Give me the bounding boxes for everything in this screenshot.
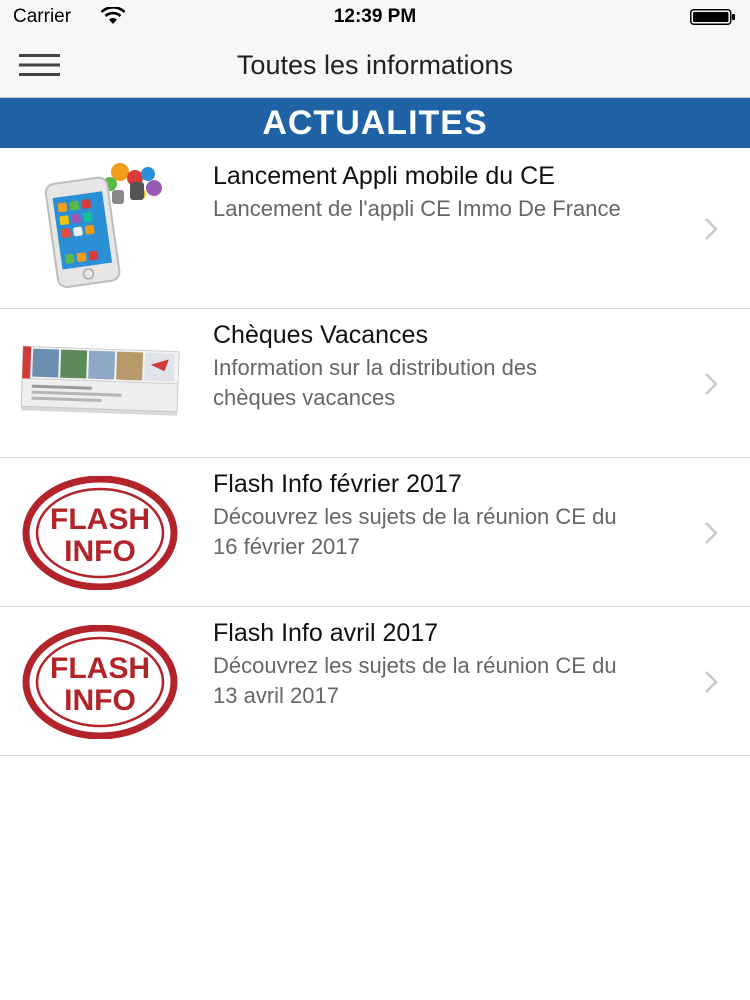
news-item-title: Lancement Appli mobile du CE xyxy=(213,162,555,190)
chevron-right-icon xyxy=(705,373,718,395)
page-title: Toutes les informations xyxy=(236,50,514,80)
news-list: Lancement Appli mobile du CE Lancement d… xyxy=(0,148,750,756)
news-item-description: Découvrez les sujets de la réunion CE du… xyxy=(213,504,617,559)
section-header-actualites: ACTUALITES xyxy=(0,98,750,148)
flash-info-stamp-image: FLASH INFO xyxy=(22,476,178,590)
news-item-description: Découvrez les sujets de la réunion CE du… xyxy=(213,653,617,708)
news-item-text: Chèques Vacances Information sur la dist… xyxy=(213,321,623,413)
news-item-title: Flash Info février 2017 xyxy=(213,470,462,498)
flash-stamp-line2: INFO xyxy=(64,684,136,717)
smartphone-apps-image xyxy=(44,163,162,288)
flash-stamp-line1: FLASH xyxy=(50,503,150,536)
status-bar: Carrier 12:39 PM xyxy=(0,0,750,34)
news-item-title: Chèques Vacances xyxy=(213,321,428,349)
chevron-right-icon xyxy=(705,218,718,240)
flash-stamp-line1: FLASH xyxy=(50,652,150,685)
battery-icon xyxy=(690,9,735,25)
news-item-title: Flash Info avril 2017 xyxy=(213,619,439,647)
flash-stamp-line2: INFO xyxy=(64,535,136,568)
chevron-right-icon xyxy=(705,522,718,544)
flash-info-stamp-image: FLASH INFO xyxy=(22,625,178,739)
news-item[interactable]: FLASH INFO Flash Info février 2017 Décou… xyxy=(0,458,750,607)
news-item[interactable]: Chèques Vacances Information sur la dist… xyxy=(0,309,750,458)
news-item-description: Lancement de l'appli CE Immo De France xyxy=(213,196,621,221)
news-item-text: Lancement Appli mobile du CE Lancement d… xyxy=(213,162,623,224)
news-item-description: Information sur la distribution des chèq… xyxy=(213,355,538,410)
news-item-text: Flash Info février 2017 Découvrez les su… xyxy=(213,470,623,562)
clock: 12:39 PM xyxy=(333,6,417,27)
chevron-right-icon xyxy=(705,671,718,693)
cheques-vacances-image xyxy=(20,345,180,416)
news-item-text: Flash Info avril 2017 Découvrez les suje… xyxy=(213,619,623,711)
news-item[interactable]: Lancement Appli mobile du CE Lancement d… xyxy=(0,148,750,309)
news-item[interactable]: FLASH INFO Flash Info avril 2017 Découvr… xyxy=(0,607,750,756)
navigation-bar: Toutes les informations xyxy=(0,34,750,98)
